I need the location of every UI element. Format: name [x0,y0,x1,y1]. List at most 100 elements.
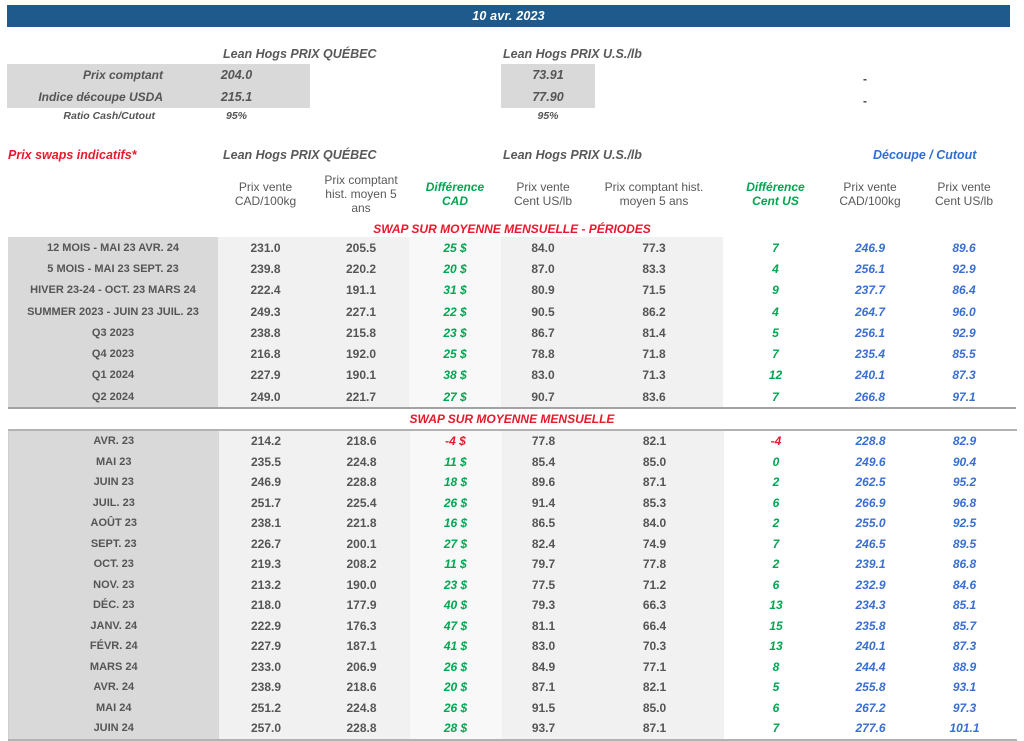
value-cell: 77.3 [585,237,723,259]
value-cell: 5 [772,680,780,695]
value-cell: 190.1 [313,364,409,387]
value-cell: 249.3 [218,300,313,323]
value-cell: 77.8 [501,430,586,452]
value-cell: 90.5 [501,300,585,323]
value-cell: 26 $ [409,656,502,677]
value-cell: 87.1 [585,718,724,740]
month-row: AVR. 23 214.2 218.6 -4 $77.8 82.1 -4 228.8 82.9 [8,430,1017,452]
value-cell: 2 [772,475,780,490]
value-cell: 15 [769,618,783,633]
value-cell: 87.3 [952,639,977,654]
value-cell: 191.1 [313,279,409,301]
value-cell: 77.5 [501,574,586,595]
value-cell: 206.9 [313,656,410,677]
dash-row2: - [863,94,867,108]
value-cell: 233.0 [218,656,314,677]
value-cell: 85.1 [952,598,977,613]
value-cell: 7 [772,721,780,736]
value-cell: 246.9 [218,472,314,493]
value-cell: 87.0 [501,258,585,280]
value-cell: 20 $ [409,258,501,280]
month-row: JANV. 24 222.9 176.3 47 $81.1 66.4 15 235.8 85.… [8,615,1017,636]
ratio-row: Ratio Cash/Cutout 95% 95% [7,108,607,126]
swaps-title: Prix swaps indicatifs* [8,148,137,162]
value-cell: 101.1 [949,721,980,736]
value-cell: 251.2 [218,697,314,718]
value-cell: 222.9 [218,615,314,636]
value-cell: 190.0 [313,574,410,595]
value-cell: 18 $ [409,472,502,493]
monthly-table: AVR. 23 214.2 218.6 -4 $77.8 82.1 -4 228.8 82.9… [8,429,1017,741]
value-cell: 79.7 [501,554,586,575]
value-cell: 16 $ [409,513,502,534]
value-cell: 89.5 [952,536,977,551]
value-cell: 224.8 [313,697,410,718]
period-row: Q1 2024 227.9 190.1 38 $83.0 71.3 12 240.1 87.3 [8,364,1016,387]
spot-value-cash-qc: 204.0 [220,68,253,82]
value-cell: 91.5 [501,697,586,718]
value-cell: 5 [772,325,779,340]
value-cell: 85.0 [585,697,724,718]
month-row: JUIN 23 246.9 228.8 18 $89.6 87.1 2 262.5 95.2 [8,472,1017,493]
value-cell: 85.3 [585,492,724,513]
value-cell: 215.8 [313,322,409,344]
value-cell: 232.9 [855,577,886,592]
dash-row1: - [863,72,867,86]
periods-section-title: SWAP SUR MOYENNE MENSUELLE - PÉRIODES [373,222,651,236]
value-cell: 249.6 [855,454,886,469]
value-cell: 25 $ [409,343,501,365]
value-cell: 11 $ [409,554,502,575]
period-row: HIVER 23-24 - OCT. 23 MARS 24 222.4 191.1 3… [8,279,1016,301]
value-cell: 235.4 [854,347,886,362]
value-cell: 78.8 [501,343,585,365]
period-row: Q4 2023 216.8 192.0 25 $78.8 71.8 7 235.4 85.5 [8,343,1016,365]
value-cell: 96.0 [952,304,976,319]
value-cell: 220.2 [313,258,409,280]
spot-value-cutout-qc: 215.1 [220,90,253,104]
value-cell: 216.8 [218,343,313,365]
value-cell: 86.8 [952,557,977,572]
value-cell: 82.9 [952,434,977,449]
value-cell: 87.1 [585,472,724,493]
report-page: 10 avr. 2023 Lean Hogs PRIX QUÉBEC Lean … [0,0,1024,741]
row-label-cell: Q4 2023 [8,343,218,365]
row-label-cell: AVR. 24 [8,677,219,698]
value-cell: 23 $ [409,322,501,344]
value-cell: 85.7 [952,618,977,633]
value-cell: 267.2 [855,700,886,715]
value-cell: 12 [768,368,783,383]
value-cell: 79.3 [501,595,586,616]
value-cell: 22 $ [409,300,501,323]
value-cell: 0 [772,454,780,469]
column-header: Différence CAD [425,180,485,208]
value-cell: 86.2 [585,300,723,323]
value-cell: 74.9 [585,533,724,554]
value-cell: 86.4 [952,283,976,298]
value-cell: 92.9 [952,261,976,276]
month-row: DÉC. 23 218.0 177.9 40 $79.3 66.3 13 234.3 85.1 [8,595,1017,616]
value-cell: 231.0 [218,237,313,259]
value-cell: 92.5 [952,516,977,531]
spot-heading-quebec: Lean Hogs PRIX QUÉBEC [223,47,377,61]
row-label-cell: MARS 24 [8,656,219,677]
ratio-value-us: 95% [537,110,559,122]
value-cell: 255.0 [855,516,886,531]
value-cell: 237.7 [854,283,886,298]
value-cell: 26 $ [409,697,502,718]
value-cell: 47 $ [409,615,502,636]
value-cell: 82.4 [501,533,586,554]
value-cell: 96.8 [952,495,977,510]
value-cell: 27 $ [409,386,501,409]
value-cell: 70.3 [585,636,724,657]
row-label-cell: Q2 2024 [8,386,218,409]
value-cell: 86.7 [501,322,585,344]
value-cell: 81.1 [501,615,586,636]
value-cell: 66.3 [585,595,724,616]
value-cell: 66.4 [585,615,724,636]
period-row: 5 MOIS - MAI 23 SEPT. 23 239.8 220.2 20 $87… [8,258,1016,280]
row-label-cell: SUMMER 2023 - JUIN 23 JUIL. 23 [8,300,218,323]
value-cell: 87.1 [501,677,586,698]
month-row: JUIN 24 257.0 228.8 28 $93.7 87.1 7 277.6 101.1 [8,718,1017,740]
value-cell: 205.5 [313,237,409,259]
month-row: FÉVR. 24 227.9 187.1 41 $83.0 70.3 13 240.1 87.… [8,636,1017,657]
